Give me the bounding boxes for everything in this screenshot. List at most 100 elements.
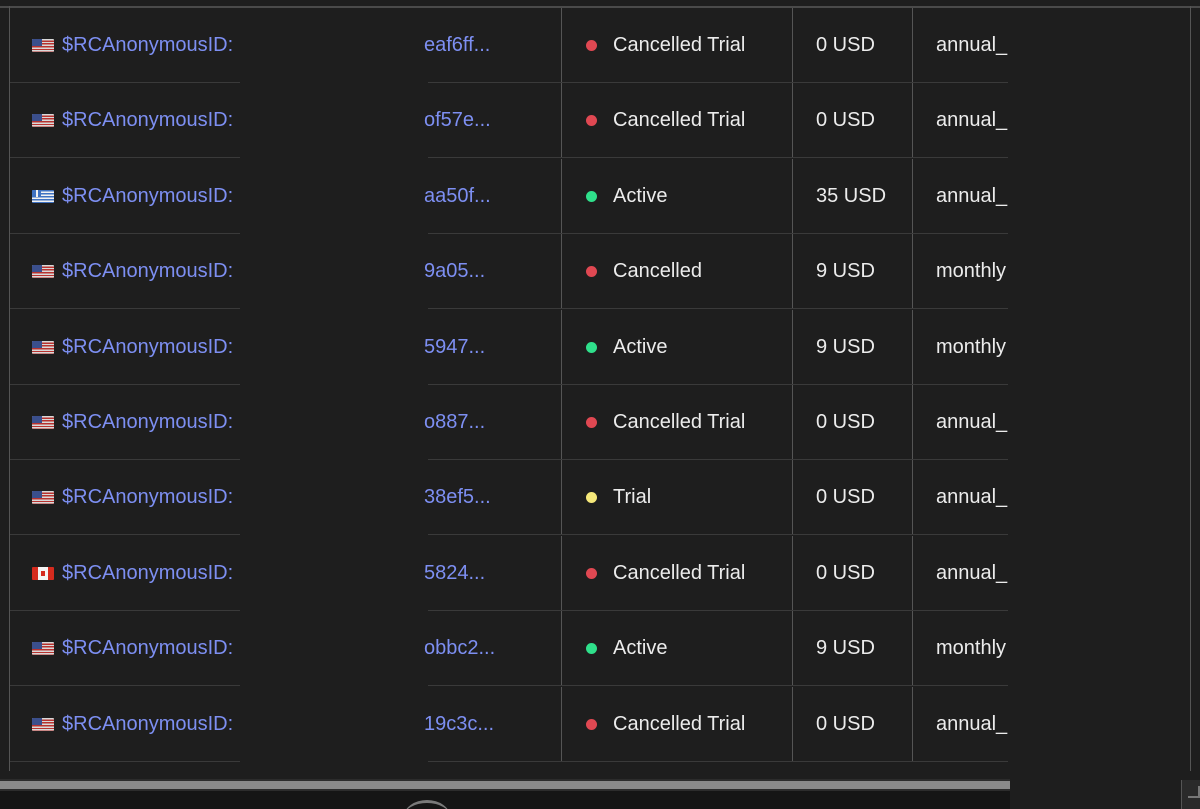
table-row[interactable]: $RCAnonymousID: 38ef5... Trial 0 USD annual_: [10, 460, 1190, 536]
column-divider: [561, 535, 562, 611]
customer-hash-link[interactable]: obbc2...: [424, 637, 495, 660]
redacted-block: [240, 686, 428, 762]
customer-hash-link[interactable]: aa50f...: [424, 185, 491, 208]
status-cell: Trial: [586, 460, 796, 535]
product-cell: annual_: [936, 411, 1008, 433]
page: $RCAnonymousID: eaf6ff... Cancelled Trial 0…: [0, 0, 1200, 809]
status-label: Cancelled Trial: [613, 109, 746, 132]
price-cell: 0 USD: [816, 34, 875, 56]
customer-id-link[interactable]: $RCAnonymousID:: [62, 486, 233, 509]
redacted-block: [240, 611, 428, 687]
column-divider: [912, 460, 913, 536]
customer-id-link[interactable]: $RCAnonymousID:: [62, 562, 233, 585]
table-row[interactable]: $RCAnonymousID: 19c3c... Cancelled Trial 0 …: [10, 686, 1190, 762]
redacted-block: [1008, 611, 1190, 687]
bottom-bar: [0, 791, 1010, 809]
column-divider: [792, 158, 793, 234]
customer-hash-link[interactable]: 19c3c...: [424, 713, 494, 736]
customer-cell: $RCAnonymousID:: [32, 385, 250, 460]
column-divider: [561, 611, 562, 687]
table-row[interactable]: $RCAnonymousID: 5947... Active 9 USD monthly: [10, 309, 1190, 385]
redacted-block: [1008, 234, 1190, 310]
status-label: Cancelled Trial: [613, 411, 746, 433]
column-divider: [912, 385, 913, 460]
price-cell: 0 USD: [816, 109, 875, 132]
customer-cell: $RCAnonymousID:: [32, 159, 250, 234]
status-label: Active: [613, 637, 668, 660]
country-flag-icon: [32, 416, 54, 429]
redacted-block: [1008, 535, 1190, 611]
customer-id-link[interactable]: $RCAnonymousID:: [62, 34, 233, 57]
redacted-area: [1010, 771, 1180, 809]
customer-hash-link[interactable]: 5947...: [424, 336, 485, 359]
customer-hash-link[interactable]: o887...: [424, 411, 485, 434]
table-row[interactable]: $RCAnonymousID: obbc2... Active 9 USD monthl…: [10, 611, 1190, 687]
customer-hash-cell: aa50f...: [424, 159, 554, 234]
column-divider: [561, 83, 562, 159]
product-cell: annual_: [936, 561, 1008, 584]
product-cell: annual_: [936, 109, 1008, 132]
status-cell: Cancelled Trial: [586, 83, 796, 158]
column-divider: [792, 234, 793, 310]
table-row[interactable]: $RCAnonymousID: 5824... Cancelled Trial 0 U…: [10, 535, 1190, 611]
column-divider: [561, 309, 562, 385]
customer-hash-cell: 9a05...: [424, 234, 554, 309]
customer-hash-link[interactable]: of57e...: [424, 109, 491, 132]
customer-hash-link[interactable]: 38ef5...: [424, 486, 491, 509]
redacted-block: [1008, 158, 1190, 234]
customer-hash-cell: of57e...: [424, 83, 554, 158]
customer-hash-link[interactable]: 5824...: [424, 562, 485, 585]
price-cell: 0 USD: [816, 411, 875, 433]
customer-hash-link[interactable]: 9a05...: [424, 260, 485, 283]
column-divider: [561, 460, 562, 536]
table-row[interactable]: $RCAnonymousID: o887... Cancelled Trial 0 U…: [10, 385, 1190, 460]
table-row[interactable]: $RCAnonymousID: 9a05... Cancelled 9 USD mont…: [10, 234, 1190, 310]
customer-cell: $RCAnonymousID:: [32, 687, 250, 762]
country-flag-icon: [32, 340, 54, 354]
country-flag-icon: [32, 717, 54, 731]
country-flag-icon: [32, 265, 54, 279]
status-cell: Active: [586, 310, 796, 385]
customer-id-link[interactable]: $RCAnonymousID:: [62, 637, 233, 660]
column-divider: [561, 8, 562, 83]
column-divider: [912, 158, 913, 234]
redacted-block: [240, 83, 428, 159]
customer-cell: $RCAnonymousID:: [32, 536, 250, 611]
product-cell: annual_: [936, 34, 1008, 56]
column-divider: [912, 8, 913, 83]
status-dot-icon: [586, 417, 597, 428]
redacted-block: [240, 234, 428, 310]
customer-id-link[interactable]: $RCAnonymousID:: [62, 713, 233, 736]
status-label: Cancelled Trial: [613, 561, 746, 584]
status-dot-icon: [586, 115, 597, 127]
customer-hash-link[interactable]: eaf6ff...: [424, 34, 490, 57]
redacted-block: [240, 158, 428, 234]
redacted-block: [1008, 83, 1190, 159]
column-divider: [912, 234, 913, 310]
product-cell: annual_: [936, 184, 1008, 207]
redacted-block: [1008, 460, 1190, 536]
horizontal-scrollbar-thumb[interactable]: [0, 781, 1010, 789]
table-row[interactable]: $RCAnonymousID: eaf6ff... Cancelled Trial 0…: [10, 8, 1190, 83]
customer-cell: $RCAnonymousID:: [32, 460, 250, 535]
customer-hash-cell: 19c3c...: [424, 687, 554, 762]
status-dot-icon: [586, 341, 597, 353]
price-cell: 0 USD: [816, 486, 875, 509]
column-divider: [792, 83, 793, 159]
customer-hash-cell: 5824...: [424, 536, 554, 611]
customer-cell: $RCAnonymousID:: [32, 83, 250, 158]
column-divider: [792, 611, 793, 687]
customer-id-link[interactable]: $RCAnonymousID:: [62, 336, 233, 359]
status-dot-icon: [586, 190, 597, 202]
customer-id-link[interactable]: $RCAnonymousID:: [62, 185, 233, 208]
status-dot-icon: [586, 492, 597, 504]
table-row[interactable]: $RCAnonymousID: of57e... Cancelled Trial 0 …: [10, 83, 1190, 159]
status-dot-icon: [586, 266, 597, 278]
country-flag-icon: [32, 189, 54, 203]
table-row[interactable]: $RCAnonymousID: aa50f... Active 35 USD annua…: [10, 158, 1190, 234]
customer-id-link[interactable]: $RCAnonymousID:: [62, 260, 233, 283]
customer-id-link[interactable]: $RCAnonymousID:: [62, 411, 233, 434]
status-label: Cancelled Trial: [613, 712, 746, 735]
column-divider: [561, 158, 562, 234]
customer-id-link[interactable]: $RCAnonymousID:: [62, 109, 233, 132]
